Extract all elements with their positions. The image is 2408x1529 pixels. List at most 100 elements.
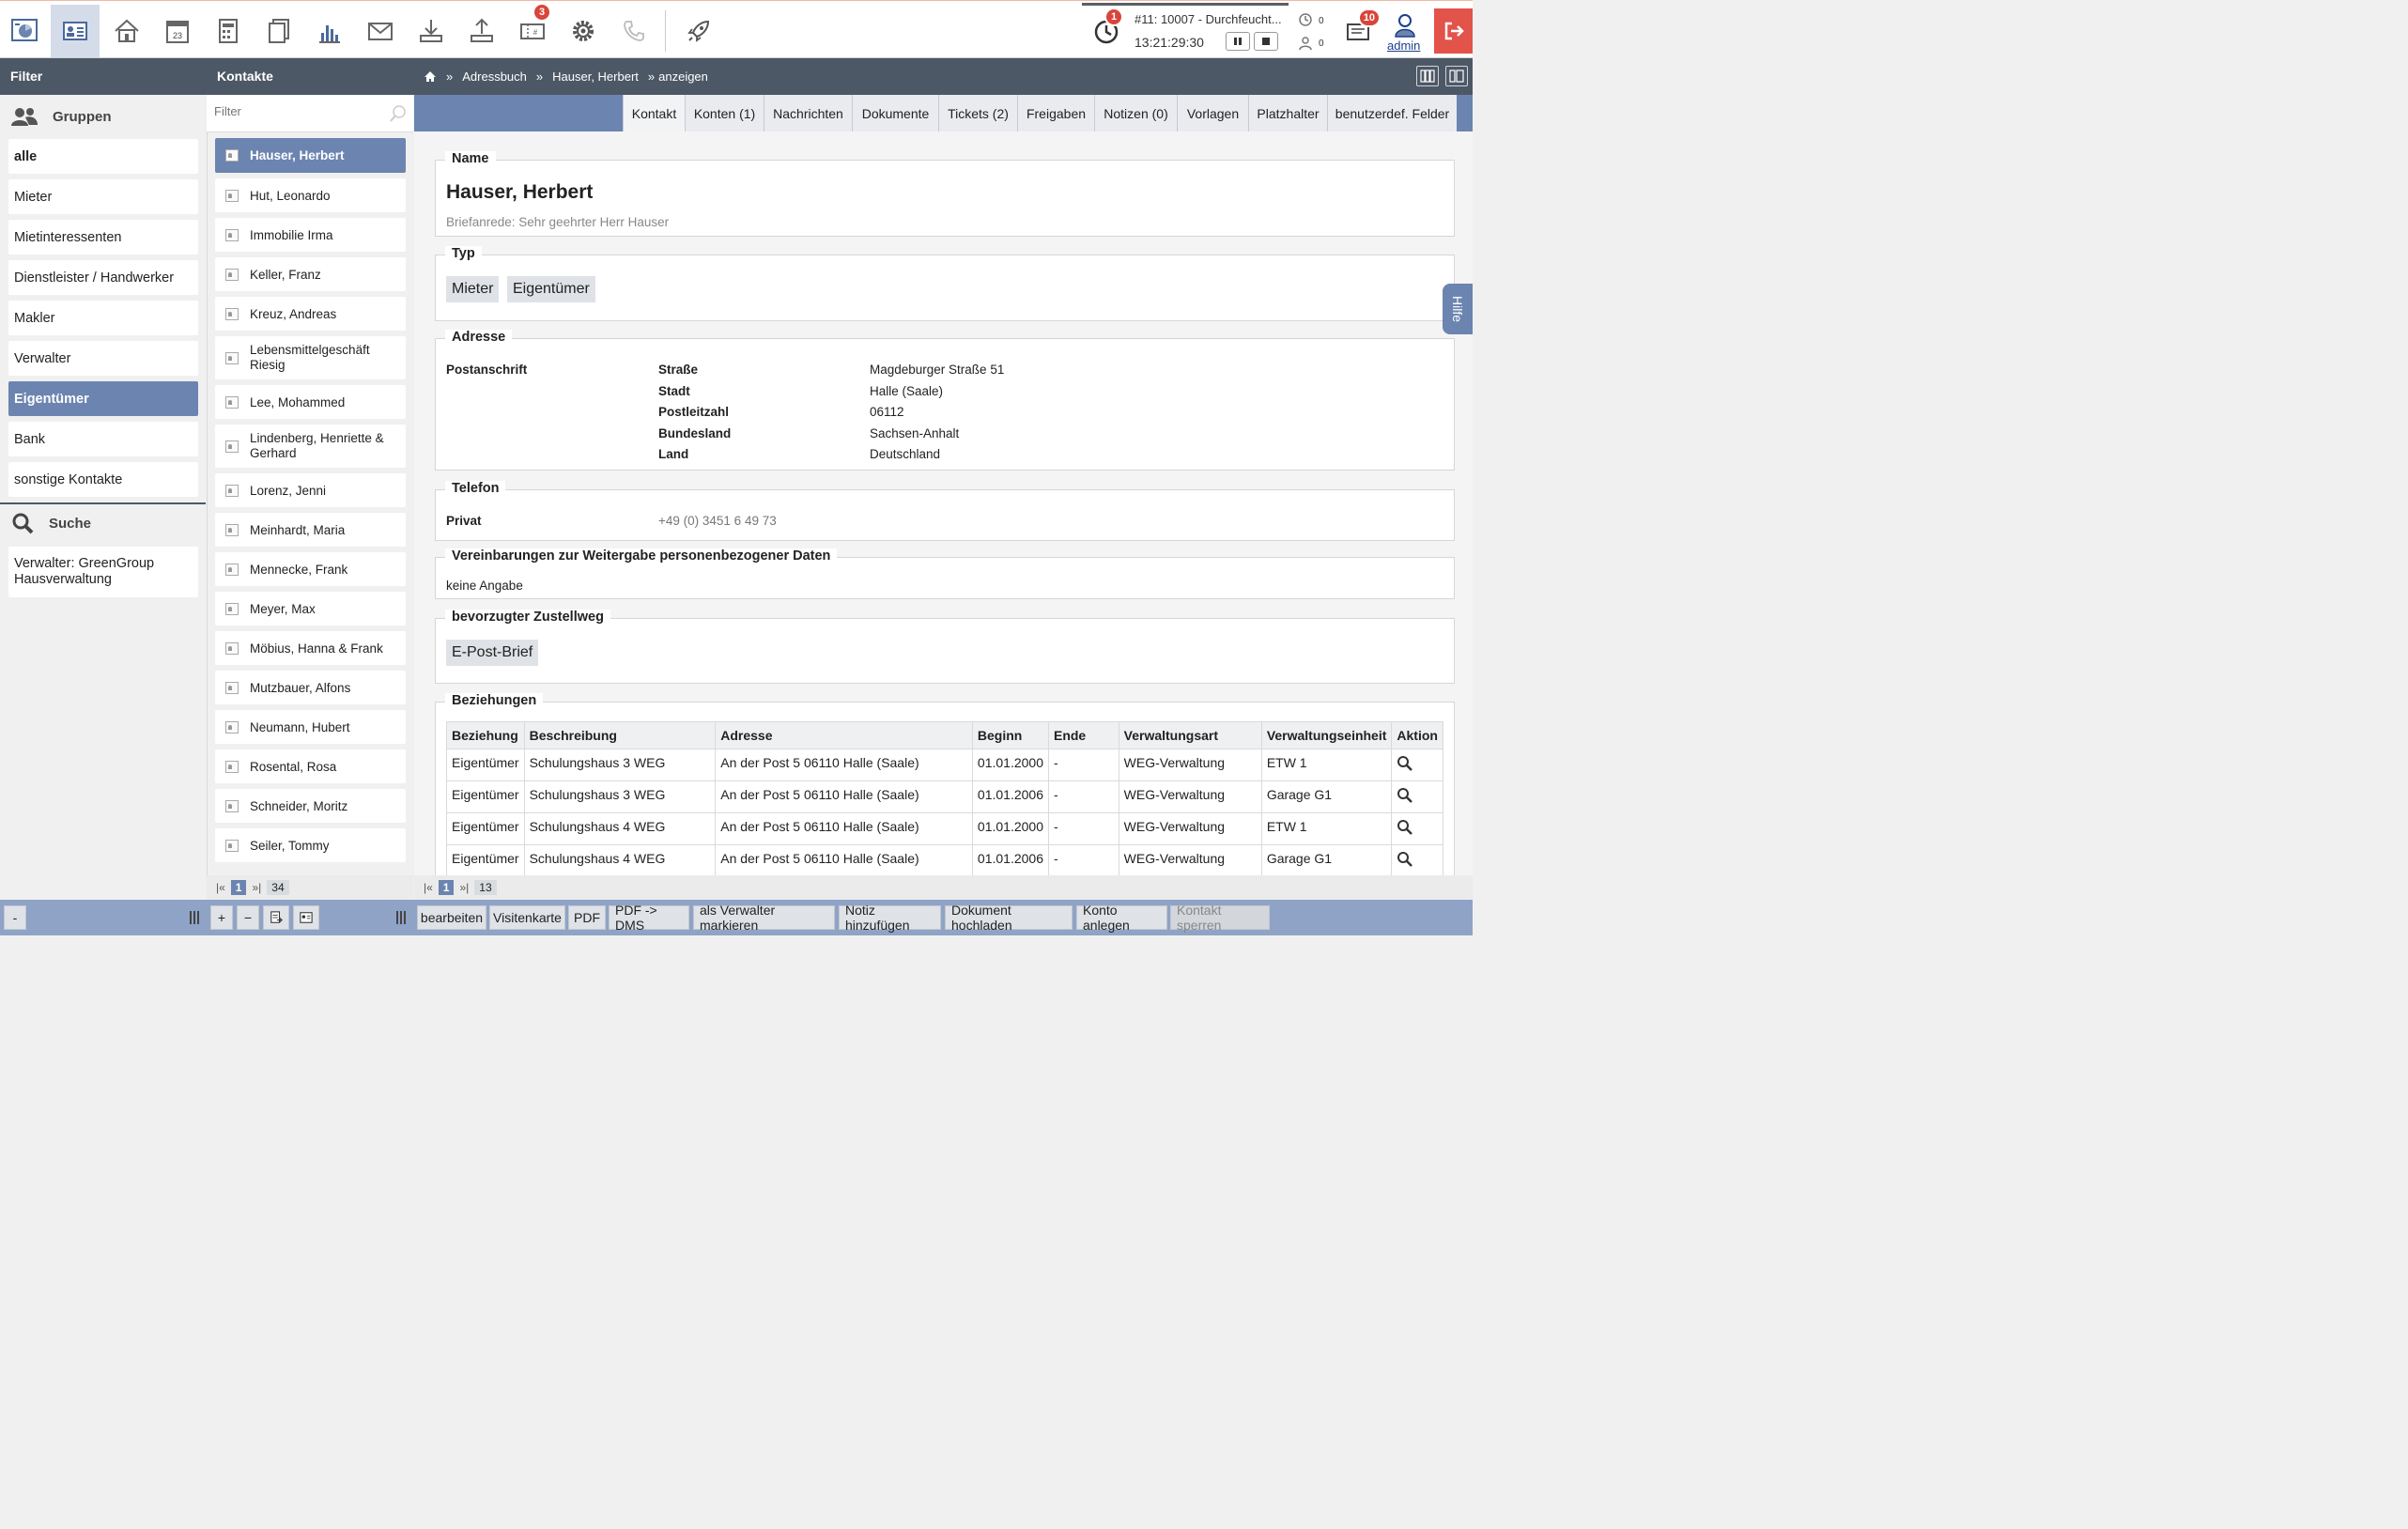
three-column-view-button[interactable] bbox=[1416, 66, 1439, 86]
user-avatar-icon[interactable] bbox=[1394, 13, 1416, 38]
contact-item[interactable]: Lebensmittelgeschäft Riesig bbox=[215, 336, 406, 379]
group-managers[interactable]: Verwalter bbox=[8, 341, 198, 376]
vcard-list-button[interactable] bbox=[293, 905, 319, 930]
group-all[interactable]: alle bbox=[8, 139, 198, 174]
resize-handle-icon[interactable] bbox=[395, 910, 407, 925]
table-row[interactable]: Eigentümer Schulungshaus 3 WEG An der Po… bbox=[446, 749, 1443, 781]
contacts-icon[interactable] bbox=[51, 5, 100, 57]
remove-contact-button[interactable]: − bbox=[237, 905, 259, 930]
tickets-icon[interactable]: # 3 bbox=[508, 3, 557, 57]
download-icon[interactable] bbox=[407, 5, 455, 57]
table-row[interactable]: Eigentümer Schulungshaus 4 WEG An der Po… bbox=[446, 812, 1443, 845]
current-page[interactable]: 1 bbox=[230, 880, 247, 895]
documents-icon[interactable] bbox=[255, 5, 303, 57]
contact-item[interactable]: Immobilie Irma bbox=[215, 218, 406, 252]
contact-item[interactable]: Neumann, Hubert bbox=[215, 710, 406, 744]
reports-icon[interactable] bbox=[305, 5, 354, 57]
first-page-button[interactable]: |« bbox=[424, 881, 433, 894]
dashboard-icon[interactable] bbox=[0, 5, 49, 57]
business-card-button[interactable]: Visitenkarte bbox=[489, 905, 565, 930]
history-icon[interactable] bbox=[1298, 12, 1313, 27]
tab-contact[interactable]: Kontakt bbox=[623, 95, 685, 131]
column-header[interactable]: Beginn bbox=[971, 721, 1049, 749]
column-header[interactable]: Beziehung bbox=[446, 721, 525, 749]
upload-document-button[interactable]: Dokument hochladen bbox=[945, 903, 1073, 933]
user-clock-icon[interactable] bbox=[1298, 36, 1313, 51]
last-page-button[interactable]: »| bbox=[459, 881, 469, 894]
export-list-button[interactable] bbox=[263, 905, 289, 930]
magnifier-icon[interactable] bbox=[1397, 851, 1413, 868]
group-tenants[interactable]: Mieter bbox=[8, 179, 198, 214]
clock-icon[interactable]: 1 bbox=[1082, 5, 1131, 57]
contact-item[interactable]: Lorenz, Jenni bbox=[215, 473, 406, 507]
contact-item[interactable]: Meinhardt, Maria bbox=[215, 513, 406, 547]
last-page-button[interactable]: »| bbox=[252, 881, 261, 894]
group-other[interactable]: sonstige Kontakte bbox=[8, 462, 198, 497]
group-service-providers[interactable]: Dienstleister / Handwerker bbox=[8, 260, 198, 295]
phone-icon[interactable] bbox=[610, 5, 658, 57]
tab-tickets[interactable]: Tickets (2) bbox=[938, 95, 1017, 131]
pause-button[interactable] bbox=[1226, 32, 1250, 51]
magnifier-icon[interactable] bbox=[1397, 755, 1413, 772]
upload-icon[interactable] bbox=[457, 5, 506, 57]
saved-search-item[interactable]: Verwalter: GreenGroup Hausverwaltung bbox=[8, 547, 198, 597]
table-row[interactable]: Eigentümer Schulungshaus 3 WEG An der Po… bbox=[446, 780, 1443, 813]
add-note-button[interactable]: Notiz hinzufügen bbox=[839, 903, 941, 933]
contact-item[interactable]: Lindenberg, Henriette & Gerhard bbox=[215, 425, 406, 468]
collapse-filter-button[interactable]: - bbox=[4, 905, 26, 930]
tab-custom-fields[interactable]: benutzerdef. Felder bbox=[1327, 95, 1457, 131]
stop-button[interactable] bbox=[1254, 32, 1278, 51]
tab-shares[interactable]: Freigaben bbox=[1017, 95, 1094, 131]
pdf-to-dms-button[interactable]: PDF -> DMS bbox=[609, 903, 689, 933]
table-row[interactable]: Eigentümer Schulungshaus 4 WEG An der Po… bbox=[446, 844, 1443, 875]
tab-documents[interactable]: Dokumente bbox=[852, 95, 938, 131]
contact-filter-input[interactable] bbox=[214, 104, 383, 118]
contact-item[interactable]: Hut, Leonardo bbox=[215, 178, 406, 212]
pdf-button[interactable]: PDF bbox=[568, 905, 606, 930]
tab-messages[interactable]: Nachrichten bbox=[764, 95, 852, 131]
phone-number[interactable]: +49 (0) 3451 6 49 73 bbox=[658, 514, 777, 528]
group-bank[interactable]: Bank bbox=[8, 422, 198, 456]
contact-item[interactable]: Kreuz, Andreas bbox=[215, 297, 406, 331]
contact-item[interactable]: Rosental, Rosa bbox=[215, 749, 406, 783]
contact-item[interactable]: Keller, Franz bbox=[215, 257, 406, 291]
column-header[interactable]: Adresse bbox=[715, 721, 973, 749]
mail-icon[interactable] bbox=[356, 5, 405, 57]
logout-button[interactable] bbox=[1434, 8, 1473, 54]
tab-accounts[interactable]: Konten (1) bbox=[685, 95, 764, 131]
group-prospects[interactable]: Mietinteressenten bbox=[8, 220, 198, 255]
accounting-icon[interactable] bbox=[204, 5, 253, 57]
home-icon[interactable] bbox=[424, 70, 437, 83]
group-owners[interactable]: Eigentümer bbox=[8, 381, 198, 416]
breadcrumb-addressbook[interactable]: Adressbuch bbox=[462, 70, 527, 84]
contact-item[interactable]: Mutzbauer, Alfons bbox=[215, 671, 406, 704]
tab-templates[interactable]: Vorlagen bbox=[1177, 95, 1248, 131]
first-page-button[interactable]: |« bbox=[216, 881, 225, 894]
rocket-icon[interactable] bbox=[674, 5, 723, 57]
current-page[interactable]: 1 bbox=[438, 880, 455, 895]
create-account-button[interactable]: Konto anlegen bbox=[1076, 903, 1167, 933]
contact-item[interactable]: Schneider, Moritz bbox=[215, 789, 406, 823]
help-tab[interactable]: Hilfe bbox=[1443, 284, 1473, 334]
resize-handle-icon[interactable] bbox=[189, 910, 200, 925]
contact-item[interactable]: Mennecke, Frank bbox=[215, 552, 406, 586]
column-header[interactable]: Verwaltungseinheit bbox=[1260, 721, 1393, 749]
breadcrumb-contact[interactable]: Hauser, Herbert bbox=[552, 70, 639, 84]
column-header[interactable]: Ende bbox=[1047, 721, 1119, 749]
calendar-icon[interactable]: 23 bbox=[153, 5, 202, 57]
column-header[interactable]: Beschreibung bbox=[523, 721, 717, 749]
timer-task[interactable]: #11: 10007 - Durchfeucht... bbox=[1135, 12, 1283, 26]
contact-item[interactable]: Seiler, Tommy bbox=[215, 828, 406, 862]
tab-notes[interactable]: Notizen (0) bbox=[1094, 95, 1177, 131]
tab-placeholders[interactable]: Platzhalter bbox=[1248, 95, 1327, 131]
contact-item[interactable]: Lee, Mohammed bbox=[215, 385, 406, 419]
contact-item[interactable]: Möbius, Hanna & Frank bbox=[215, 631, 406, 665]
two-column-view-button[interactable] bbox=[1445, 66, 1468, 86]
column-header[interactable]: Verwaltungsart bbox=[1118, 721, 1262, 749]
mark-as-manager-button[interactable]: als Verwalter markieren bbox=[693, 903, 835, 933]
magnifier-icon[interactable] bbox=[1397, 819, 1413, 836]
magnifier-icon[interactable] bbox=[1397, 787, 1413, 804]
group-brokers[interactable]: Makler bbox=[8, 301, 198, 335]
settings-icon[interactable] bbox=[559, 5, 608, 57]
edit-button[interactable]: bearbeiten bbox=[417, 905, 486, 930]
